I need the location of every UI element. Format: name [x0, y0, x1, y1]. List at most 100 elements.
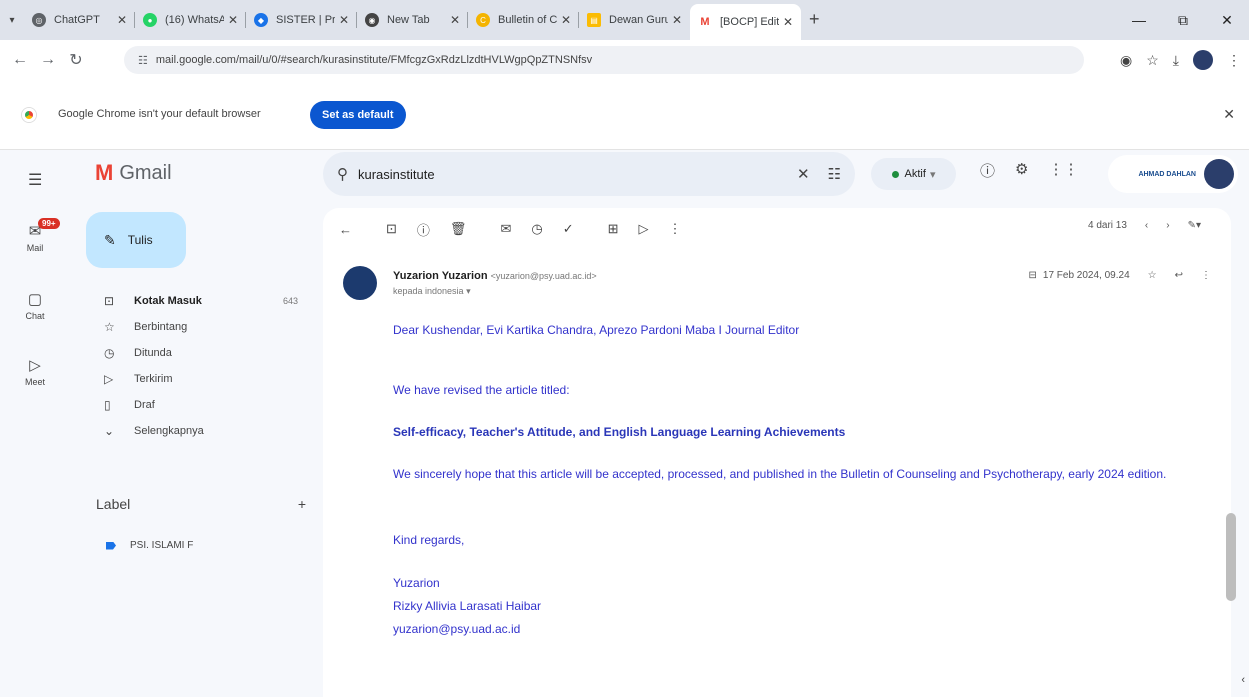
gmail-m-icon: M	[95, 160, 114, 185]
close-tab-icon[interactable]: ✕	[561, 13, 571, 27]
account-button[interactable]: AHMAD DAHLAN	[1108, 155, 1238, 193]
new-tab-button[interactable]: +	[809, 9, 820, 30]
close-window-icon[interactable]: ✕	[1205, 12, 1249, 29]
signature-email[interactable]: yuzarion@psy.uad.ac.id	[393, 618, 1193, 641]
mark-unread-icon[interactable]: ✉	[500, 221, 511, 237]
chatgpt-icon: ◎	[32, 13, 46, 27]
signature-name-2: Rizky Allivia Larasati Haibar	[393, 599, 542, 613]
tab-chatgpt[interactable]: ◎ ChatGPT ✕	[24, 4, 135, 36]
search-bar[interactable]: ⚲ kurasinstitute ✕ ☷	[323, 152, 855, 196]
inbox-icon: ⊡	[104, 294, 115, 308]
sender-email: <yuzarion@psy.uad.ac.id>	[490, 271, 597, 281]
label-icon[interactable]: ▷	[639, 221, 649, 237]
compose-button[interactable]: ✎ Tulis	[86, 212, 186, 268]
sender-avatar[interactable]	[343, 266, 377, 300]
new-tab-icon: ◉	[365, 13, 379, 27]
folder-inbox[interactable]: ⊡ Kotak Masuk 643	[86, 288, 306, 314]
omnibox[interactable]: ☷ mail.google.com/mail/u/0/#search/kuras…	[124, 46, 1084, 74]
chevron-down-icon: ⌄	[104, 424, 115, 438]
forward-icon[interactable]: →	[34, 51, 62, 69]
folder-more[interactable]: ⌄ Selengkapnya	[86, 418, 306, 444]
prev-message-icon[interactable]: ‹	[1145, 220, 1148, 231]
close-tab-icon[interactable]: ✕	[228, 13, 238, 27]
message-more-icon[interactable]: ⋮	[1201, 270, 1211, 281]
tab-search-button[interactable]: ▾	[0, 0, 24, 40]
tab-sister[interactable]: ◆SISTER | Profil✕	[246, 4, 357, 36]
apps-grid-icon[interactable]: ⋮⋮	[1048, 160, 1078, 181]
maximize-icon[interactable]: ⧉	[1161, 12, 1205, 29]
close-tab-icon[interactable]: ✕	[450, 13, 460, 27]
help-icon[interactable]: ⓘ	[980, 160, 995, 181]
gmail-logo[interactable]: M Gmail	[95, 160, 172, 186]
reload-icon[interactable]: ↻	[62, 50, 90, 70]
close-tab-icon[interactable]: ✕	[672, 13, 682, 27]
more-actions-icon[interactable]: ⋮	[669, 221, 682, 237]
search-options-icon[interactable]: ☷	[828, 165, 841, 183]
attachment-icon: ⊟	[1028, 270, 1037, 281]
message-scrollbar[interactable]	[1226, 513, 1236, 601]
download-icon[interactable]: ⤓	[1173, 52, 1179, 69]
site-info-icon[interactable]: ☷	[138, 54, 148, 67]
snooze-icon[interactable]: ◷	[531, 221, 542, 237]
sender-name[interactable]: Yuzarion Yuzarion	[393, 270, 488, 282]
bulletin-icon: C	[476, 13, 490, 27]
hamburger-menu-icon[interactable]: ☰	[28, 170, 42, 190]
folder-sent[interactable]: ▷ Terkirim	[86, 366, 306, 392]
rail-mail[interactable]: ✉ 99+ Mail	[0, 218, 70, 253]
close-infobar-icon[interactable]: ✕	[1223, 106, 1235, 123]
input-tools-icon[interactable]: ✎▾	[1188, 220, 1201, 231]
side-panel-toggle-icon[interactable]: ‹	[1241, 674, 1245, 686]
tab-new-tab[interactable]: ◉ New Tab ✕	[357, 4, 468, 36]
tab-dewan-guru[interactable]: ▤ Dewan Guru ✕	[579, 4, 690, 36]
folder-drafts[interactable]: ▯ Draf	[86, 392, 306, 418]
browser-actions: ◉ ☆ ⤓ ⋮	[1120, 40, 1241, 80]
account-avatar	[1204, 159, 1234, 189]
set-default-button[interactable]: Set as default	[310, 101, 406, 129]
settings-gear-icon[interactable]: ⚙	[1015, 160, 1028, 181]
signature-name-1: Yuzarion	[393, 576, 440, 590]
bookmark-star-icon[interactable]: ☆	[1146, 52, 1159, 69]
archive-icon[interactable]: ⊡	[386, 221, 397, 237]
minimize-icon[interactable]: —	[1117, 12, 1161, 28]
delete-icon[interactable]: 🗑	[450, 221, 467, 237]
status-dropdown[interactable]: Aktif ▾	[871, 158, 956, 190]
profile-avatar[interactable]	[1193, 50, 1213, 70]
label-item[interactable]: PSI. ISLAMI F	[106, 540, 193, 551]
search-input[interactable]: kurasinstitute	[358, 167, 779, 182]
back-icon[interactable]: ←	[6, 51, 34, 69]
report-spam-icon[interactable]: ⓘ	[417, 220, 430, 239]
eye-icon[interactable]: ◉	[1120, 52, 1132, 69]
rail-chat[interactable]: ▢ Chat	[0, 290, 70, 321]
labels-header: Label +	[96, 496, 306, 512]
move-to-icon[interactable]: ⊞	[608, 221, 619, 237]
back-to-list-icon[interactable]: ←	[339, 222, 352, 237]
pager-text: 4 dari 13	[1087, 220, 1127, 231]
window-controls: — ⧉ ✕	[1117, 0, 1249, 40]
sender-line: Yuzarion Yuzarion <yuzarion@psy.uad.ac.i…	[393, 270, 597, 282]
reply-icon[interactable]: ↩	[1175, 270, 1183, 281]
body-line-1: We have revised the article titled:	[393, 383, 570, 397]
folder-starred[interactable]: ☆ Berbintang	[86, 314, 306, 340]
tab-bocp-editor[interactable]: M[BOCP] Editor✕	[690, 4, 801, 40]
add-label-icon[interactable]: +	[298, 496, 306, 512]
url-text[interactable]: mail.google.com/mail/u/0/#search/kurasin…	[156, 54, 592, 66]
add-task-icon[interactable]: ✓	[563, 221, 574, 237]
chat-icon: ▢	[27, 291, 43, 308]
folder-snoozed[interactable]: ◷ Ditunda	[86, 340, 306, 366]
close-tab-icon[interactable]: ✕	[783, 15, 793, 29]
clear-search-icon[interactable]: ✕	[797, 165, 810, 183]
rail-meet[interactable]: ▷ Meet	[0, 356, 70, 387]
tab-whatsapp[interactable]: ●(16) WhatsApp✕	[135, 4, 246, 36]
next-message-icon[interactable]: ›	[1166, 220, 1169, 231]
close-tab-icon[interactable]: ✕	[117, 13, 127, 27]
status-dot-icon	[891, 170, 899, 178]
rail-mail-label: Mail	[26, 243, 44, 253]
close-tab-icon[interactable]: ✕	[339, 13, 349, 27]
recipient-line[interactable]: kepada indonesia ▾	[393, 286, 471, 297]
browser-menu-icon[interactable]: ⋮	[1227, 52, 1241, 69]
star-message-icon[interactable]: ☆	[1148, 270, 1157, 281]
rail-meet-label: Meet	[24, 377, 45, 387]
folder-list: ⊡ Kotak Masuk 643 ☆ Berbintang ◷ Ditunda ▷ Te…	[86, 288, 306, 444]
search-icon[interactable]: ⚲	[337, 165, 348, 183]
tab-bulletin[interactable]: C Bulletin of Co ✕	[468, 4, 579, 36]
